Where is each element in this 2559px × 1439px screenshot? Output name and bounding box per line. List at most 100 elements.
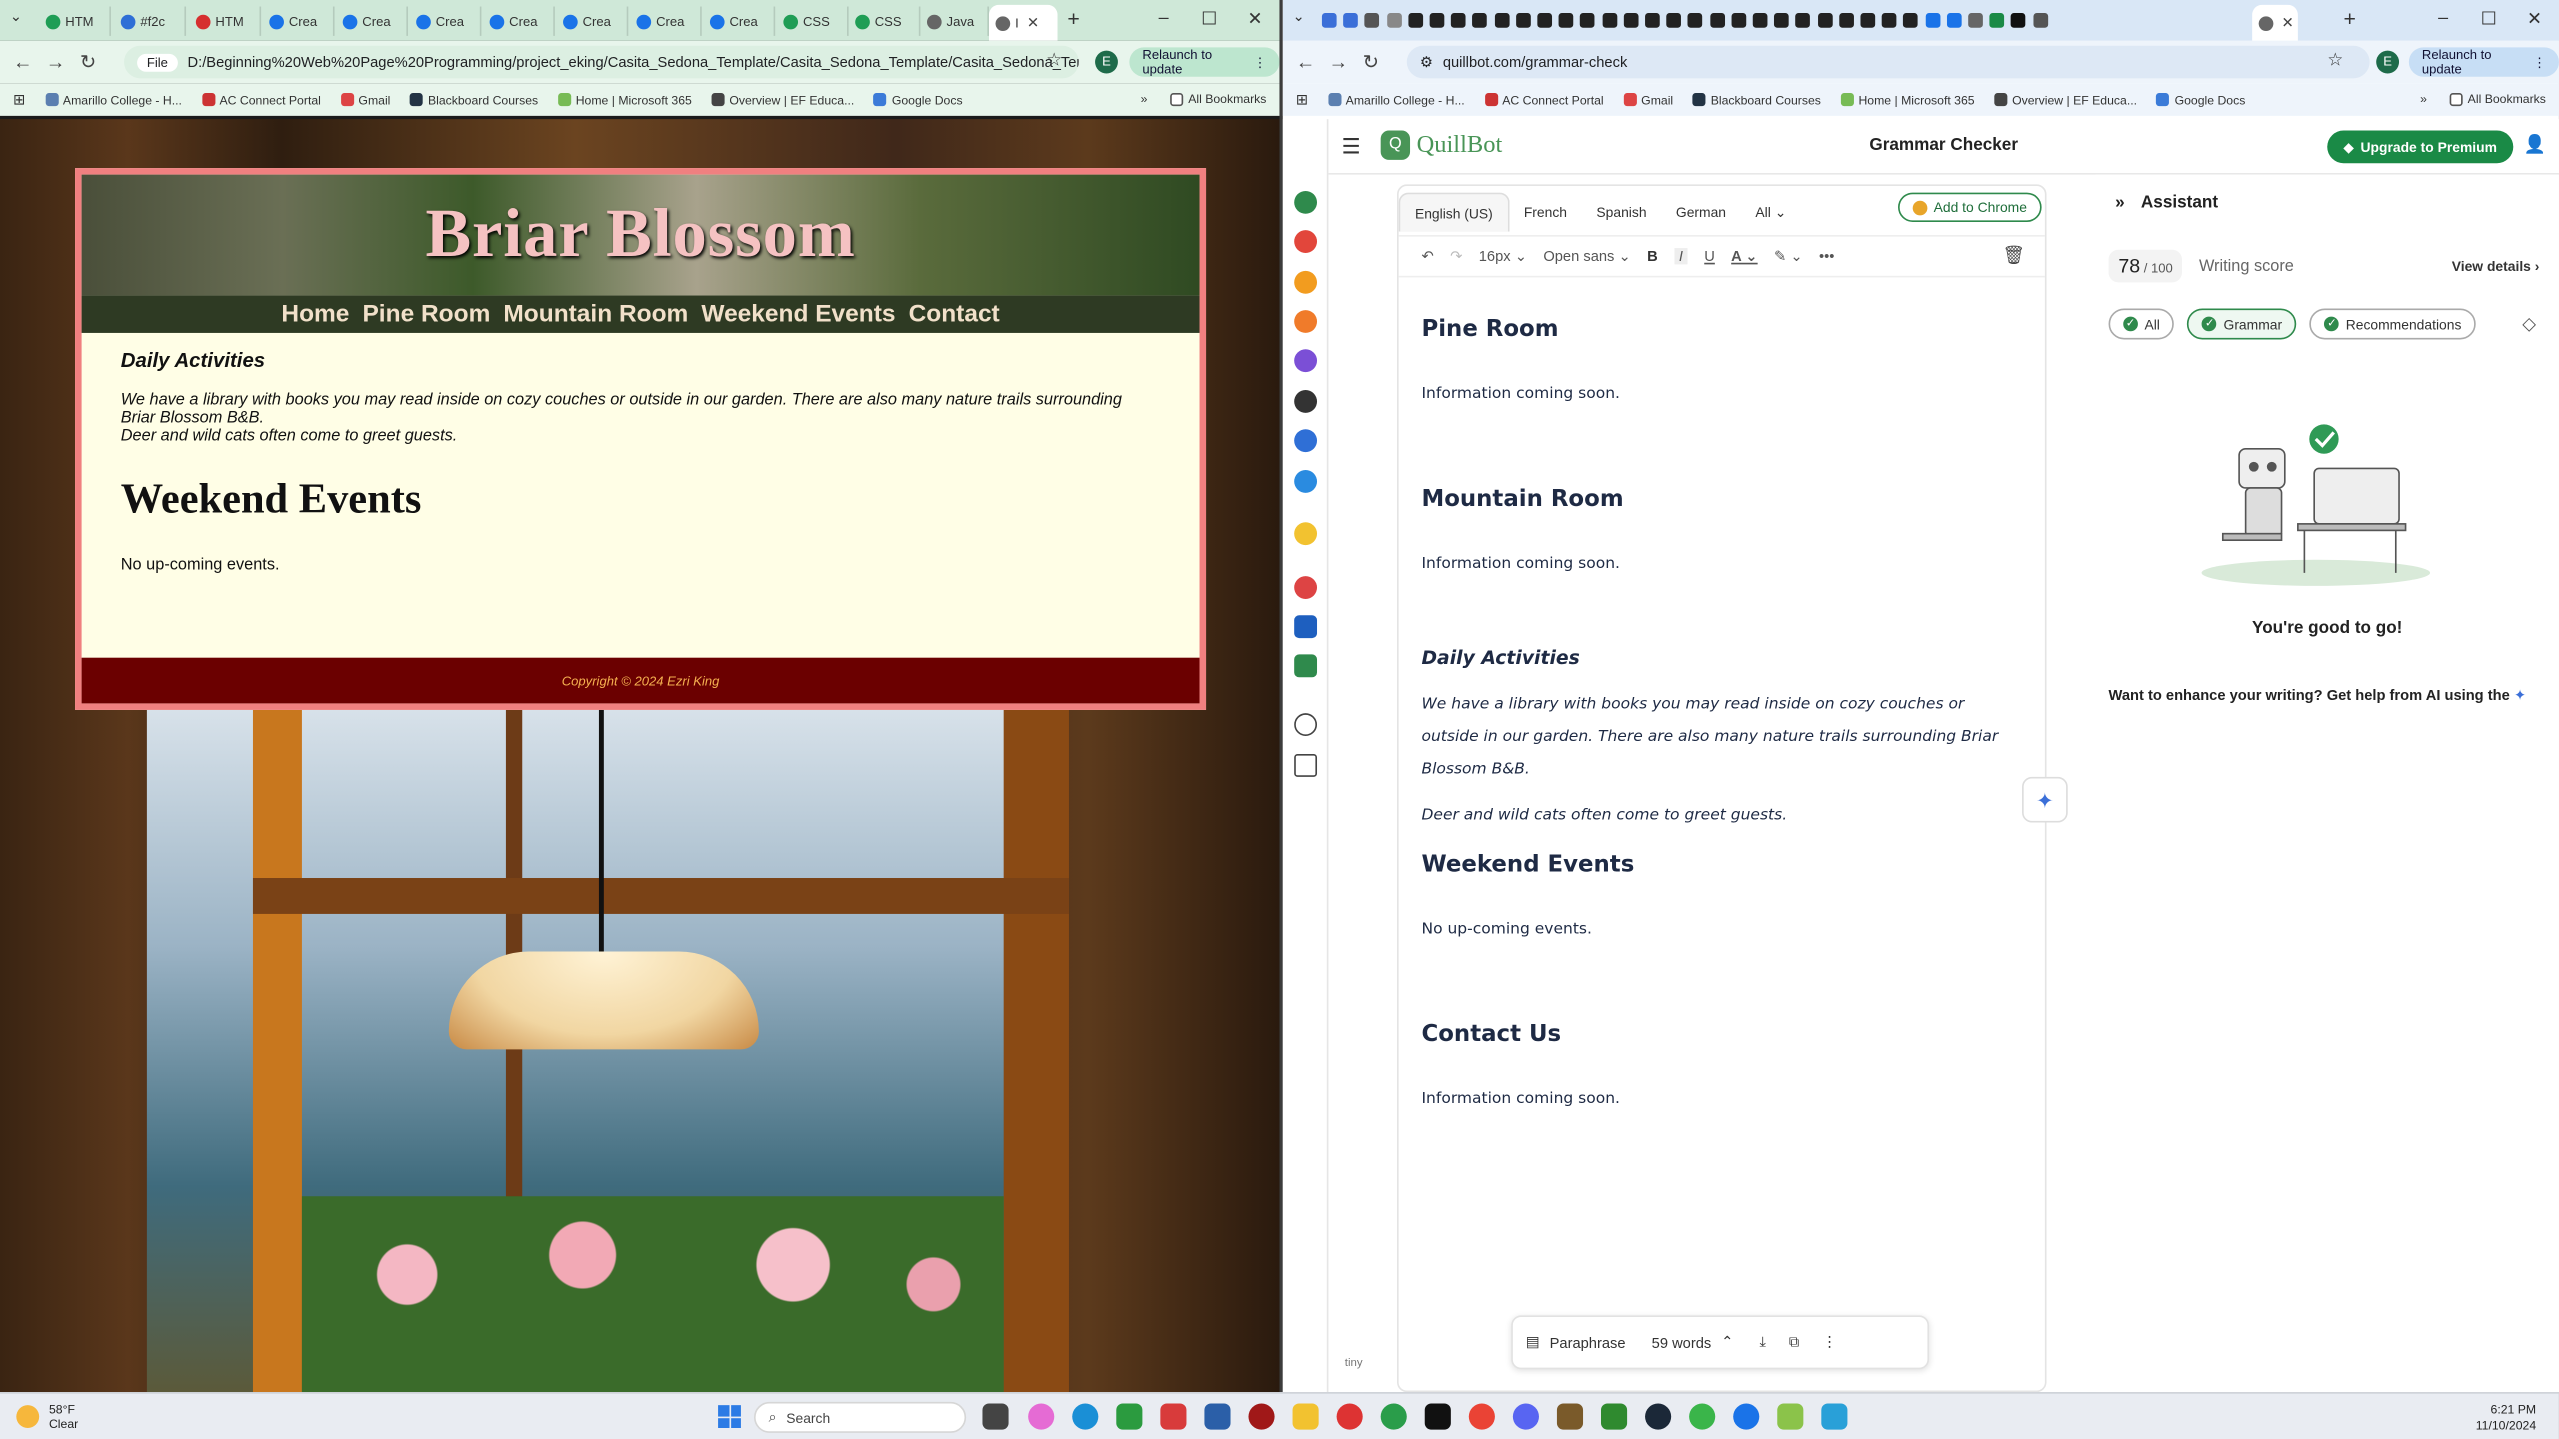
pinned-tab-icon[interactable] [2032,13,2048,28]
bookmark-4[interactable]: Blackboard Courses [1692,92,1821,107]
pinned-tab-icon[interactable] [1580,13,1596,28]
translator-icon[interactable] [1294,390,1318,413]
pinned-tab-icon[interactable] [1774,13,1789,28]
app-icon[interactable] [1689,1403,1716,1430]
tab-5[interactable]: Crea [336,6,408,36]
pinned-tab-icon[interactable] [1623,13,1639,28]
ai-sparkle-icon[interactable]: ✦ [2514,687,2526,703]
address-bar[interactable]: File D:/Beginning%20Web%20Page%20Program… [124,45,1079,79]
pinned-tab-icon[interactable] [1903,13,1919,28]
grammar-checker-icon[interactable] [1294,230,1318,253]
nav-contact[interactable]: Contact [909,300,1000,328]
download-icon[interactable]: ⤓ [1760,1333,1767,1351]
pinned-tab-icon[interactable] [1946,13,1962,28]
pinned-tab-icon[interactable] [1731,13,1746,28]
more-bookmarks-icon[interactable]: » [1141,91,1148,106]
minimize-icon[interactable]: – [2430,8,2456,28]
maximize-icon[interactable]: ☐ [2476,8,2502,30]
premium-gem-icon[interactable] [1294,522,1318,546]
forward-icon[interactable]: → [1322,51,1355,74]
bookmark-1[interactable]: Amarillo College - H... [1327,92,1465,107]
pinned-tab-icon[interactable] [1601,13,1617,28]
lang-german[interactable]: German [1661,193,1741,232]
bookmark-6[interactable]: Overview | EF Educa... [1994,92,2137,107]
pinned-tab-icon[interactable] [1925,13,1940,28]
bookmark-5[interactable]: Home | Microsoft 365 [557,92,692,107]
bookmark-7[interactable]: Google Docs [873,92,963,107]
nav-pine-room[interactable]: Pine Room [362,300,490,328]
minecraft-icon[interactable] [1556,1403,1584,1430]
relaunch-button[interactable]: Relaunch to update ⋮ [2408,47,2559,77]
pinned-tab-icon[interactable] [1364,13,1380,28]
add-to-chrome-button[interactable]: Add to Chrome [1897,192,2042,222]
discord-icon[interactable] [1512,1403,1539,1430]
help-icon[interactable] [1294,713,1318,737]
copy-icon[interactable]: ⧉ [1789,1333,1800,1351]
bookmark-2[interactable]: AC Connect Portal [1484,92,1604,107]
pinned-tab-icon[interactable] [1408,13,1423,28]
trash-icon[interactable]: 🗑 [2003,245,2026,266]
star-icon[interactable]: ☆ [1046,49,1062,71]
bookmark-1[interactable]: Amarillo College - H... [44,92,182,107]
reload-icon[interactable]: ↻ [72,51,105,74]
all-bookmarks[interactable]: All Bookmarks [1170,91,1266,106]
redo-icon[interactable]: ↷ [1450,247,1462,265]
tab-close-icon[interactable]: ✕ [1027,14,1039,32]
pinned-tab-icon[interactable] [1817,13,1833,28]
pinned-tab-icon[interactable] [1386,13,1402,28]
close-window-icon[interactable]: ✕ [1242,8,1268,30]
tab-7[interactable]: Crea [483,6,555,36]
system-clock[interactable]: 6:21 PM 11/10/2024 [2476,1402,2536,1435]
pinned-tab-icon[interactable] [1451,13,1466,28]
pinned-tab-icon[interactable] [1795,13,1811,28]
taskbar-search[interactable]: ⌕ Search [753,1401,967,1433]
pinned-tab-icon[interactable] [1429,13,1445,28]
filter-grammar[interactable]: ✓ Grammar [2187,308,2297,340]
tab-1[interactable]: HTM [39,6,111,36]
tab-12[interactable]: CSS [849,6,921,36]
file-explorer-icon[interactable] [1292,1403,1319,1430]
apps-icon[interactable]: ⊞ [1296,91,1308,109]
chrome-icon[interactable] [1380,1403,1407,1430]
italic-icon[interactable]: I [1674,248,1688,265]
premium-gem-icon[interactable]: ◇ [2522,313,2536,335]
tab-search-icon[interactable]: ⌄ [1293,8,1305,26]
site-info-icon[interactable]: ⚙ [1420,53,1433,71]
pinned-tab-icon[interactable] [1709,13,1725,28]
pinned-tab-icon[interactable] [1752,13,1768,28]
pinned-tab-icon[interactable] [1666,13,1682,28]
tab-9[interactable]: Crea [630,6,702,36]
bold-icon[interactable]: B [1647,248,1658,264]
tab-10[interactable]: Crea [703,6,776,36]
tab-close-icon[interactable]: ✕ [2282,14,2294,32]
document-body[interactable]: Pine Room Information coming soon. Mount… [1421,317,2025,1117]
text-color-icon[interactable]: A ⌄ [1731,247,1757,265]
paraphrase-button[interactable]: ▤ Paraphrase [1513,1333,1639,1351]
lang-spanish[interactable]: Spanish [1582,193,1662,232]
filter-recommendations[interactable]: ✓ Recommendations [2309,308,2477,340]
bookmark-3[interactable]: Gmail [340,92,390,107]
underline-icon[interactable]: U [1704,248,1715,264]
more-options-icon[interactable]: ••• [1819,248,1834,264]
undo-icon[interactable]: ↶ [1421,247,1433,265]
bookmark-3[interactable]: Gmail [1623,92,1673,107]
profile-avatar[interactable]: E [2376,50,2400,74]
store-icon[interactable] [1204,1403,1231,1430]
app-icon[interactable] [1160,1403,1187,1430]
tab-11[interactable]: CSS [777,6,849,36]
pinned-tab-icon[interactable] [1537,13,1553,28]
nav-home[interactable]: Home [281,300,349,328]
xbox-icon[interactable] [1116,1403,1143,1430]
pinned-tab-icon[interactable] [1343,13,1359,28]
font-family-select[interactable]: Open sans ⌄ [1543,247,1630,265]
pinned-tab-icon[interactable] [1645,13,1660,28]
tab-4[interactable]: Crea [263,6,335,36]
tab-6[interactable]: Crea [410,6,482,36]
pinned-tab-icon[interactable] [1860,13,1876,28]
bookmark-2[interactable]: AC Connect Portal [201,92,321,107]
pinned-tab-icon[interactable] [1838,13,1854,28]
app-icon[interactable] [1777,1403,1804,1430]
all-bookmarks[interactable]: All Bookmarks [2449,91,2546,106]
close-window-icon[interactable]: ✕ [2521,8,2547,30]
star-icon[interactable]: ☆ [2327,49,2343,71]
